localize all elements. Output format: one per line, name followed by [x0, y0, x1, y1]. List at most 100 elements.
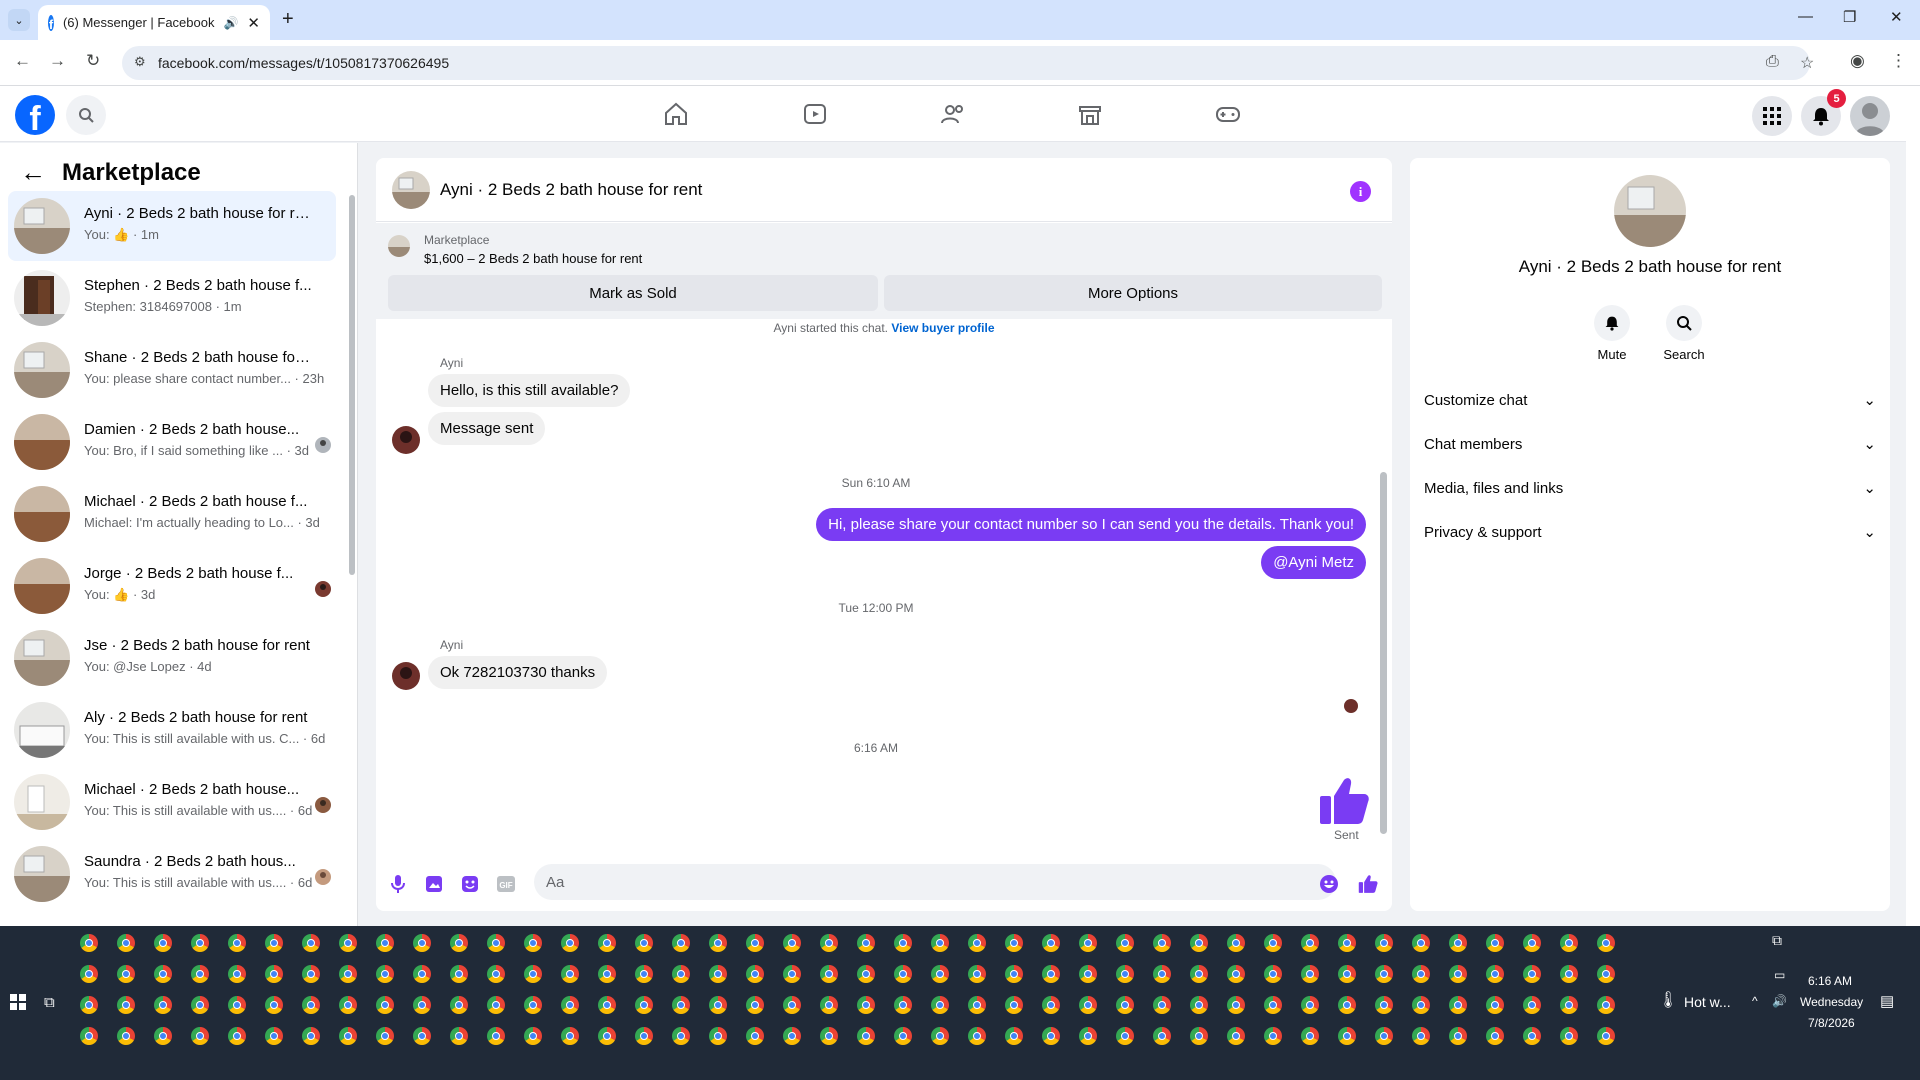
taskbar-browser-icon[interactable]: [487, 934, 505, 952]
taskbar-browser-icon[interactable]: [1153, 965, 1171, 983]
taskbar-browser-icon[interactable]: [783, 1027, 801, 1045]
taskbar-browser-icon[interactable]: [1190, 996, 1208, 1014]
taskbar-browser-icon[interactable]: [783, 996, 801, 1014]
chat-title[interactable]: Ayni · 2 Beds 2 bath house for rent: [440, 180, 702, 200]
install-app-icon[interactable]: ⎙: [1766, 53, 1779, 71]
taskbar-browser-icon[interactable]: [487, 1027, 505, 1045]
taskbar-browser-icon[interactable]: [117, 965, 135, 983]
taskbar-browser-icon[interactable]: [1523, 965, 1541, 983]
taskbar-browser-icon[interactable]: [598, 1027, 616, 1045]
taskbar-browser-icon[interactable]: [376, 996, 394, 1014]
taskbar-browser-icon[interactable]: [1375, 934, 1393, 952]
taskbar-browser-icon[interactable]: [1301, 934, 1319, 952]
taskbar-browser-icon[interactable]: [413, 996, 431, 1014]
taskbar-browser-icon[interactable]: [746, 934, 764, 952]
conversation-item[interactable]: Shane · 2 Beds 2 bath house for ... You:…: [8, 335, 336, 405]
taskbar-browser-icon[interactable]: [524, 934, 542, 952]
taskbar-browser-icon[interactable]: [635, 1027, 653, 1045]
taskbar-browser-icon[interactable]: [1227, 934, 1245, 952]
message-input[interactable]: Aa: [534, 864, 1336, 900]
sticker-icon[interactable]: [460, 874, 480, 894]
taskbar-browser-icon[interactable]: [931, 965, 949, 983]
taskbar-browser-icon[interactable]: [1005, 965, 1023, 983]
taskbar-browser-icon[interactable]: [1486, 1027, 1504, 1045]
taskbar-browser-icon[interactable]: [339, 1027, 357, 1045]
taskbar-browser-icon[interactable]: [228, 965, 246, 983]
taskbar-browser-icon[interactable]: [1042, 996, 1060, 1014]
mute-button[interactable]: Mute: [1582, 305, 1642, 362]
taskbar-browser-icon[interactable]: [1153, 934, 1171, 952]
taskbar-browser-icon[interactable]: [1116, 996, 1134, 1014]
thumbs-up-sticker-icon[interactable]: [1318, 776, 1370, 831]
outgoing-message[interactable]: @Ayni Metz: [1261, 546, 1366, 579]
taskbar-browser-icon[interactable]: [154, 996, 172, 1014]
info-icon[interactable]: i: [1350, 181, 1371, 202]
like-send-icon[interactable]: [1358, 874, 1378, 894]
taskbar-browser-icon[interactable]: [191, 965, 209, 983]
taskbar-browser-icon[interactable]: [561, 934, 579, 952]
taskbar-browser-icon[interactable]: [1449, 934, 1467, 952]
conversation-item[interactable]: Jse · 2 Beds 2 bath house for rent You: …: [8, 623, 336, 693]
taskbar-browser-icon[interactable]: [265, 1027, 283, 1045]
network-icon[interactable]: ▭: [1774, 968, 1785, 982]
taskbar-browser-icon[interactable]: [302, 996, 320, 1014]
taskbar-browser-icon[interactable]: [746, 965, 764, 983]
listing-title[interactable]: $1,600 – 2 Beds 2 bath house for rent: [424, 251, 642, 266]
taskbar-browser-icon[interactable]: [1301, 996, 1319, 1014]
notification-center-icon[interactable]: ▤: [1880, 992, 1894, 1010]
gif-icon[interactable]: GIF: [496, 874, 516, 894]
taskbar-browser-icon[interactable]: [1190, 1027, 1208, 1045]
taskbar-browser-icon[interactable]: [1042, 965, 1060, 983]
taskbar-browser-icon[interactable]: [598, 965, 616, 983]
clock-day[interactable]: Wednesday: [1800, 995, 1863, 1009]
taskbar-browser-icon[interactable]: [1375, 965, 1393, 983]
microphone-icon[interactable]: [388, 874, 408, 894]
taskbar-browser-icon[interactable]: [1079, 996, 1097, 1014]
taskbar-browser-icon[interactable]: [1005, 1027, 1023, 1045]
conversation-item[interactable]: Saundra · 2 Beds 2 bath hous... You: Thi…: [8, 839, 336, 909]
taskbar-browser-icon[interactable]: [191, 934, 209, 952]
conversation-item[interactable]: Damien · 2 Beds 2 bath house... You: Bro…: [8, 407, 336, 477]
clock-date[interactable]: 7/8/2026: [1808, 1016, 1855, 1030]
taskbar-browser-icon[interactable]: [1301, 965, 1319, 983]
weather-icon[interactable]: 🌡: [1658, 990, 1678, 1010]
taskbar-browser-icon[interactable]: [857, 1027, 875, 1045]
taskbar-browser-icon[interactable]: [783, 965, 801, 983]
taskbar-browser-icon[interactable]: [1597, 996, 1615, 1014]
taskbar-browser-icon[interactable]: [1338, 1027, 1356, 1045]
taskbar-browser-icon[interactable]: [450, 1027, 468, 1045]
taskbar-browser-icon[interactable]: [80, 934, 98, 952]
taskbar-browser-icon[interactable]: [413, 965, 431, 983]
minimize-icon[interactable]: —: [1798, 8, 1813, 25]
tab-close-icon[interactable]: ✕: [247, 14, 260, 32]
outgoing-message[interactable]: Hi, please share your contact number so …: [816, 508, 1366, 541]
restore-icon[interactable]: ❐: [1843, 8, 1856, 26]
taskbar-browser-icon[interactable]: [1227, 965, 1245, 983]
taskbar-browser-icon[interactable]: [450, 996, 468, 1014]
taskbar-browser-icon[interactable]: [80, 996, 98, 1014]
taskbar-browser-icon[interactable]: [117, 996, 135, 1014]
conversation-item[interactable]: Stephen · 2 Beds 2 bath house f... Steph…: [8, 263, 336, 333]
taskbar-browser-icon[interactable]: [413, 934, 431, 952]
taskbar-browser-icon[interactable]: [1079, 934, 1097, 952]
taskbar-browser-icon[interactable]: [1079, 1027, 1097, 1045]
taskbar-browser-icon[interactable]: [1116, 934, 1134, 952]
conversation-item[interactable]: Michael · 2 Beds 2 bath house f... Micha…: [8, 479, 336, 549]
taskbar-browser-icon[interactable]: [672, 1027, 690, 1045]
taskbar-browser-icon[interactable]: [487, 996, 505, 1014]
taskbar-browser-icon[interactable]: [117, 1027, 135, 1045]
taskbar-browser-icon[interactable]: [1227, 1027, 1245, 1045]
taskbar-browser-icon[interactable]: [561, 1027, 579, 1045]
taskbar-browser-icon[interactable]: [1449, 996, 1467, 1014]
taskbar-browser-icon[interactable]: [1338, 965, 1356, 983]
view-buyer-profile-link[interactable]: View buyer profile: [891, 321, 994, 335]
taskbar-browser-icon[interactable]: [709, 1027, 727, 1045]
taskbar-browser-icon[interactable]: [1412, 934, 1430, 952]
taskbar-browser-icon[interactable]: [339, 965, 357, 983]
taskbar-browser-icon[interactable]: [672, 965, 690, 983]
taskbar-browser-icon[interactable]: [1523, 934, 1541, 952]
taskbar-browser-icon[interactable]: [1264, 1027, 1282, 1045]
taskbar-browser-icon[interactable]: [302, 1027, 320, 1045]
taskbar-browser-icon[interactable]: [265, 965, 283, 983]
taskbar-browser-icon[interactable]: [635, 934, 653, 952]
